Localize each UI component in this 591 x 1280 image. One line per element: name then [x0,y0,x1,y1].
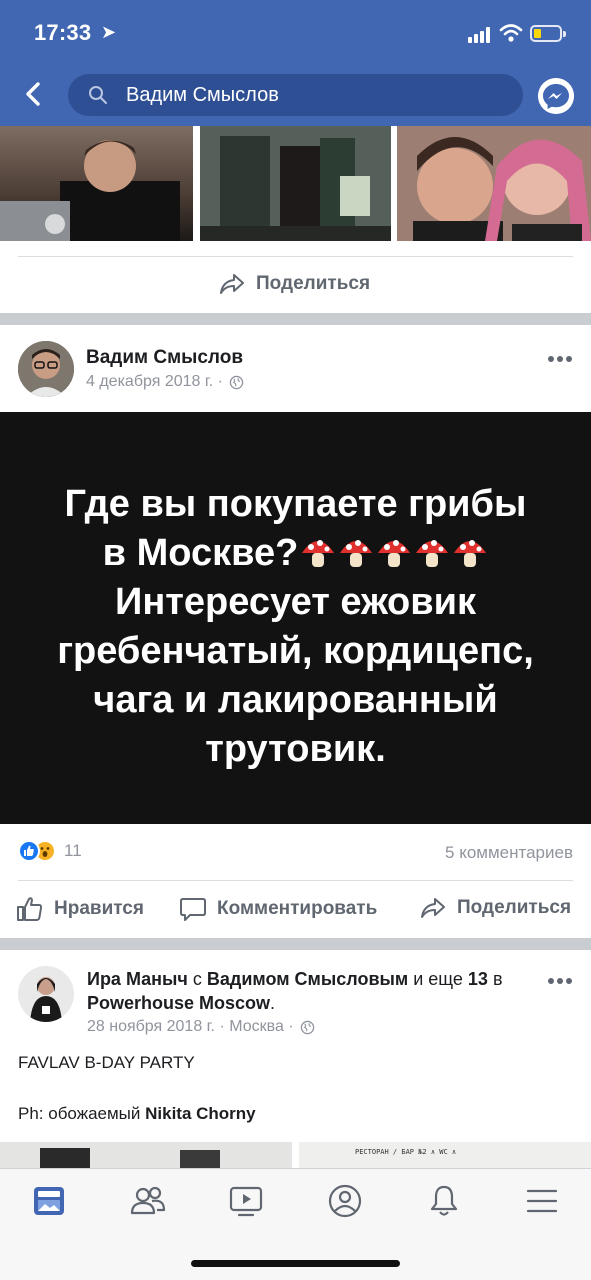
and-text: и еще [413,969,463,989]
period-text: . [270,993,276,1013]
post-meta: 28 ноября 2018 г. · Москва · [87,1018,315,1036]
top-bar: 17:33 ➤ Вадим Смыслов [0,0,591,126]
photo-thumbnail[interactable]: РЕСТОРАН / БАР №2 ∧ WC ∧ [299,1142,591,1168]
reaction-count: 11 [64,841,82,860]
post2-header-text: Ира Маныч с Вадимом Смысловым и еще 13 в… [87,967,527,1015]
post-image-line-with-emoji: в Москве? [30,529,561,578]
photo-credit-prefix: Ph: обожаемый [18,1104,141,1123]
like-label: Нравится [54,898,144,919]
post-author[interactable]: Вадим Смыслов [86,347,243,369]
post-body-line: Ph: обожаемый Nikita Chorny [18,1104,256,1124]
back-chevron-icon[interactable] [20,80,48,108]
post-image-line: чага и лакированный [93,679,498,721]
reactions-summary[interactable]: 11 [18,840,82,862]
watch-video-icon [229,1186,263,1217]
like-icon [17,897,43,921]
tab-friends[interactable] [128,1183,168,1219]
tagged-others-count[interactable]: 13 [468,969,488,989]
tagged-person[interactable]: Nikita Chorny [145,1104,256,1123]
like-reaction-icon [18,840,40,862]
post-body-line: FAVLAV B-DAY PARTY [18,1053,195,1072]
sign-text: РЕСТОРАН / БАР №2 ∧ WC ∧ [355,1148,457,1156]
search-query-text: Вадим Смыслов [126,84,279,106]
post-image-line: трутовик. [205,728,386,770]
tagged-person[interactable]: Вадимом Смысловым [207,969,408,989]
with-text: с [192,969,202,989]
mushroom-emoji-icon [416,540,449,567]
post-meta: 4 декабря 2018 г. · [86,373,244,391]
photo-thumbnail[interactable] [0,1142,292,1168]
wifi-icon [499,24,523,42]
feed-separator [0,313,591,325]
mushroom-emoji-icon [454,540,487,567]
post-date[interactable]: 28 ноября 2018 г. · Москва · [87,1018,294,1036]
tab-watch[interactable] [226,1183,266,1219]
facebook-screen: 17:33 ➤ Вадим Смыслов Поделиться Вадим С… [0,0,591,1280]
profile-icon [328,1184,362,1218]
post-image-text: Где вы покупаете грибы в Москве? Интерес… [30,480,561,774]
photo-thumbnail[interactable] [0,126,193,241]
more-options-icon[interactable] [548,356,574,364]
photo-thumbnail[interactable] [200,126,391,241]
photo-strip [0,126,591,242]
battery-icon [530,25,566,42]
location-arrow-icon: ➤ [101,22,117,42]
hamburger-menu-icon [526,1189,558,1213]
globe-icon [300,1020,314,1034]
search-bar[interactable]: Вадим Смыслов [68,74,523,116]
share-button[interactable]: Поделиться [419,896,571,920]
post-image-line: Где вы покупаете грибы [64,483,527,525]
cellular-signal-icon [468,27,494,43]
more-options-icon[interactable] [548,978,574,986]
tab-profile[interactable] [325,1183,365,1219]
comment-label: Комментировать [217,898,378,919]
globe-icon [229,375,244,389]
home-indicator[interactable] [191,1260,400,1267]
divider [18,256,573,257]
post-image-line: Интересует ежовик [115,581,476,623]
in-text: в [492,969,503,989]
status-bar: 17:33 ➤ [0,0,591,70]
photo-thumbnail[interactable] [397,126,591,241]
post-image-line: в Москве? [102,532,299,574]
avatar[interactable] [18,341,74,397]
news-feed-icon [34,1187,64,1215]
like-button[interactable]: Нравится [16,896,144,922]
mushroom-emoji-icon [302,540,335,567]
comment-icon [180,898,206,921]
comments-count[interactable]: 5 комментариев [445,843,573,863]
post-date[interactable]: 4 декабря 2018 г. · [86,373,223,391]
feed-separator [0,938,591,950]
divider [18,880,573,881]
share-icon [421,898,445,918]
mushroom-emoji-icon [340,540,373,567]
messenger-icon[interactable] [538,78,574,114]
avatar[interactable] [18,966,74,1022]
tab-news-feed[interactable] [29,1183,69,1219]
text-image-post[interactable]: Где вы покупаете грибы в Москве? Интерес… [0,412,591,824]
status-time: 17:33 [34,20,92,45]
share-button[interactable]: Поделиться [218,272,370,296]
tab-notifications[interactable] [424,1183,464,1219]
share-label: Поделиться [457,897,572,918]
location-link[interactable]: Powerhouse Moscow [87,993,270,1013]
share-icon [220,274,244,294]
search-icon [89,86,107,104]
post-image-line: гребенчатый, кордицепс, [57,630,534,672]
comment-button[interactable]: Комментировать [179,896,377,922]
friends-icon [130,1186,166,1215]
share-label: Поделиться [256,273,371,294]
tab-menu[interactable] [522,1183,562,1219]
post-author[interactable]: Ира Маныч [87,969,188,989]
bell-icon [430,1185,458,1216]
mushroom-emoji-icon [378,540,411,567]
